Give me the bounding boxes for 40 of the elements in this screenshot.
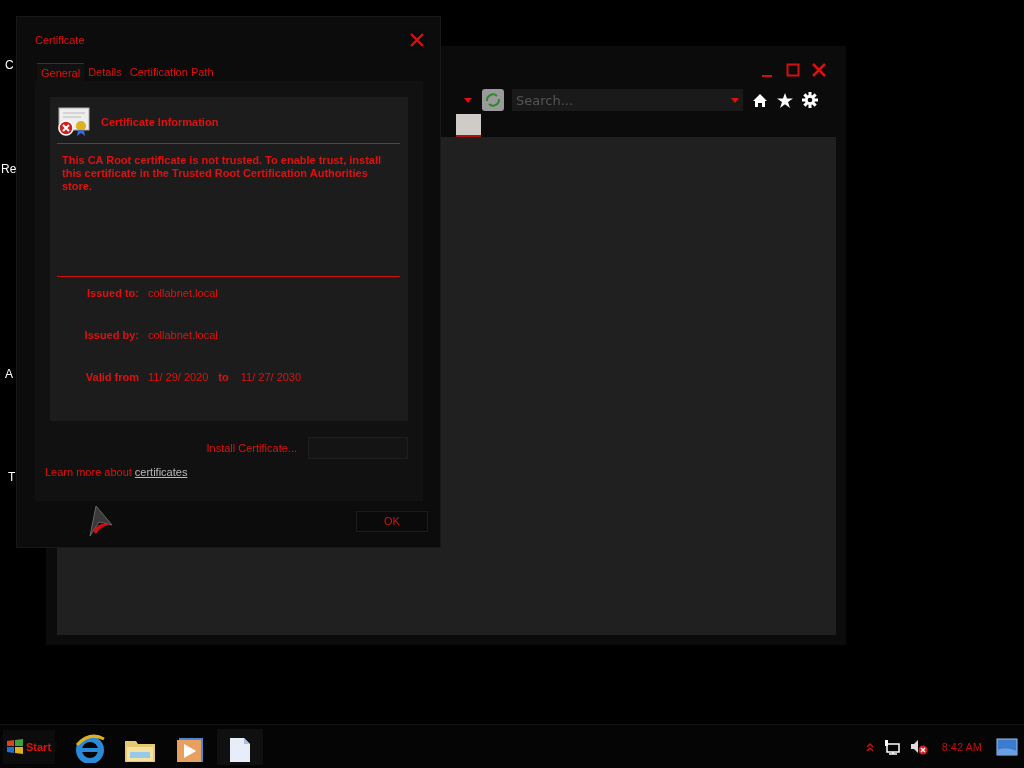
desktop-icon-label[interactable]: C xyxy=(5,58,14,72)
dialog-title: Certificate xyxy=(35,34,85,46)
field-value: collabnet.local xyxy=(148,287,218,299)
field-label: to xyxy=(218,371,229,383)
search-field[interactable]: Search... xyxy=(512,89,726,111)
arrowhead-logo-icon xyxy=(87,505,113,537)
home-icon[interactable] xyxy=(752,92,768,108)
desktop-icon-label[interactable]: T xyxy=(8,470,16,484)
ok-button[interactable]: OK xyxy=(356,510,428,532)
clock-time[interactable]: 8:42 AM xyxy=(941,740,982,753)
date-value: 11/ 27/ 2030 xyxy=(240,371,302,383)
minimize-icon xyxy=(762,74,772,77)
info-title: Certificate Information xyxy=(101,116,219,128)
field-label: Issued to: xyxy=(86,287,139,299)
field-value: collabnet.local xyxy=(148,329,218,341)
dialog-tab[interactable]: Details xyxy=(84,63,126,81)
field-label: Valid from xyxy=(84,371,139,383)
learn-more-text: Learn more about xyxy=(45,466,132,478)
star-icon[interactable] xyxy=(777,92,793,108)
settings-icon[interactable] xyxy=(802,92,818,108)
desktop-icon-label[interactable]: Re xyxy=(1,162,17,176)
dropdown-arrow-icon[interactable] xyxy=(464,97,472,103)
dialog-tab[interactable]: General xyxy=(37,63,85,81)
windows-logo-icon xyxy=(7,739,23,754)
trust-message: This CA Root certificate is not trusted. To enable trust, install this certificate in the Trusted Root Certification Authorities store. xyxy=(62,154,383,194)
network-icon[interactable] xyxy=(883,738,900,755)
maximize-icon xyxy=(786,63,800,77)
browser-tab[interactable] xyxy=(456,114,481,137)
start-button[interactable]: Start xyxy=(3,729,56,764)
muted-speaker-icon[interactable] xyxy=(909,738,928,755)
show-hidden-icons-icon[interactable] xyxy=(865,741,874,752)
document-icon[interactable] xyxy=(217,728,264,765)
dropdown-arrow-icon[interactable] xyxy=(730,97,739,103)
certificate-error-icon xyxy=(57,107,91,137)
certificates-link[interactable]: certificates xyxy=(134,466,188,478)
desktop-icon-label[interactable]: A xyxy=(5,367,13,381)
dialog-tab[interactable]: Certification Path xyxy=(125,63,218,81)
show-desktop-icon[interactable] xyxy=(996,737,1018,756)
date-value: 11/ 29/ 2020 xyxy=(148,371,209,383)
field-label: Issued by: xyxy=(83,329,139,341)
